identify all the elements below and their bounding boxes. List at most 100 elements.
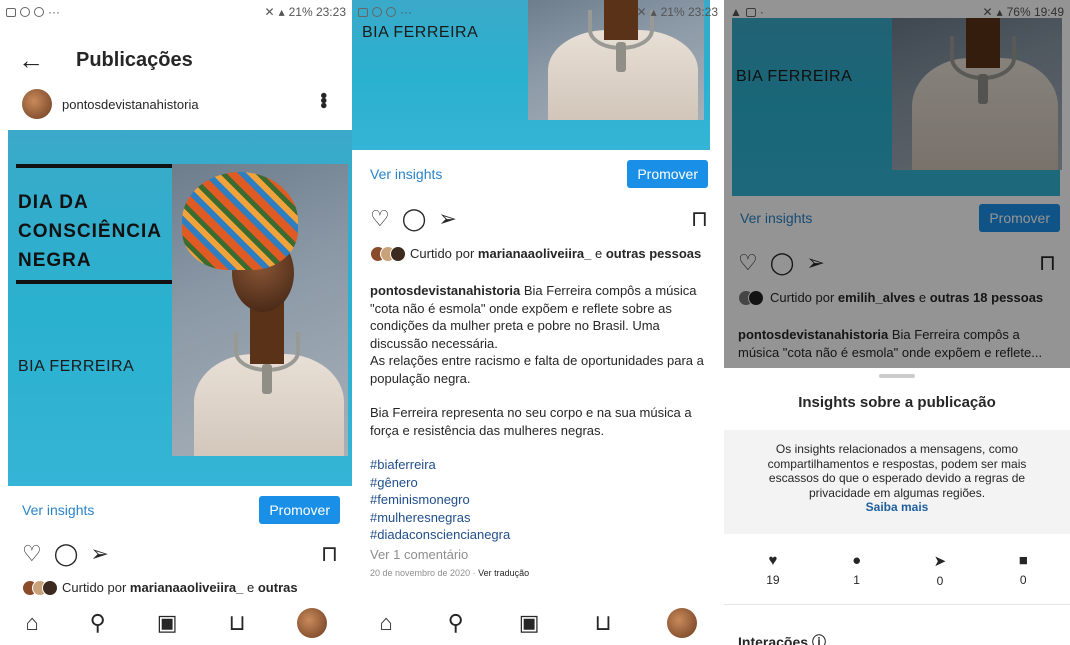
caption-text-3: Bia Ferreira representa no seu corpo e n… bbox=[370, 405, 692, 438]
hashtag[interactable]: #mulheresnegras bbox=[370, 509, 710, 527]
post-actions: ♡ ◯ ➢ ⊓ bbox=[0, 543, 352, 565]
share-icon: ➤ bbox=[933, 553, 947, 570]
share-icon[interactable]: ➢ bbox=[90, 543, 108, 565]
liker-avatars bbox=[22, 580, 58, 596]
bookmark-icon: ■ bbox=[1018, 552, 1028, 569]
drag-handle[interactable] bbox=[879, 374, 915, 378]
insights-row: Ver insights Promover bbox=[0, 496, 352, 524]
caption-username[interactable]: pontosdevistanahistoria bbox=[370, 283, 520, 298]
home-icon[interactable]: ⌂ bbox=[379, 610, 392, 636]
view-insights-link[interactable]: Ver insights bbox=[22, 502, 94, 518]
portrait-photo bbox=[172, 164, 348, 456]
instagram-icon bbox=[20, 7, 30, 17]
page-title: Publicações bbox=[76, 48, 193, 71]
title-line-1: DIA DA bbox=[18, 192, 89, 213]
insights-stats: ♥ 19 ● 1 ➤ 0 ■ 0 bbox=[724, 552, 1070, 588]
post-image-subtitle: BIA FERREIRA bbox=[18, 358, 135, 375]
likes-text[interactable]: Curtido por marianaaoliveiira_ e outras … bbox=[410, 246, 701, 261]
gallery-icon bbox=[6, 7, 16, 17]
reels-icon[interactable]: ▣ bbox=[157, 610, 178, 636]
hashtag[interactable]: #diadaconsciencianegra bbox=[370, 526, 710, 544]
comment-icon[interactable]: ◯ bbox=[54, 543, 79, 565]
post-caption: pontosdevistanahistoria Bia Ferreira com… bbox=[370, 282, 710, 583]
comment-icon[interactable]: ◯ bbox=[402, 208, 427, 230]
instagram-icon bbox=[372, 7, 382, 17]
post-username[interactable]: pontosdevistanahistoria bbox=[62, 97, 199, 112]
interactions-heading: Interações ⓘ bbox=[738, 632, 826, 645]
bottom-nav: ⌂ ⚲ ▣ ⊔ bbox=[0, 601, 352, 645]
insights-bottom-sheet: Insights sobre a publicação Os insights … bbox=[724, 368, 1070, 645]
info-icon[interactable]: ⓘ bbox=[812, 634, 826, 645]
privacy-note-text: Os insights relacionados a mensagens, co… bbox=[767, 442, 1027, 500]
gallery-icon bbox=[358, 7, 368, 17]
learn-more-link[interactable]: Saiba mais bbox=[754, 500, 1040, 515]
signal-icon: ▴ bbox=[650, 5, 657, 19]
bookmark-icon[interactable]: ⊓ bbox=[321, 543, 338, 565]
whatsapp-icon bbox=[34, 7, 44, 17]
insights-row: Ver insights Promover bbox=[352, 160, 724, 188]
profile-avatar[interactable] bbox=[296, 608, 327, 638]
dim-overlay[interactable] bbox=[724, 0, 1070, 368]
profile-avatar[interactable] bbox=[666, 608, 697, 638]
stat-comments: ● 1 bbox=[852, 552, 861, 588]
heart-icon: ♥ bbox=[768, 552, 778, 569]
status-left: ··· bbox=[48, 5, 60, 19]
share-icon[interactable]: ➢ bbox=[438, 208, 456, 230]
status-bar: ··· ✕ ▴ 21% 23:23 bbox=[0, 0, 352, 24]
post-image-title: DIA DA CONSCIÊNCIA NEGRA bbox=[18, 188, 162, 275]
stat-likes: ♥ 19 bbox=[766, 552, 779, 588]
status-bar: ··· ✕ ▴ 21% 23:23 bbox=[352, 0, 724, 24]
stat-value: 19 bbox=[766, 573, 780, 587]
battery-status: 21% 23:23 bbox=[660, 5, 718, 19]
post-date: 20 de novembro de 2020 · bbox=[370, 568, 479, 578]
more-options-icon[interactable]: ••• bbox=[311, 92, 334, 107]
stat-shares: ➤ 0 bbox=[934, 552, 947, 588]
home-icon[interactable]: ⌂ bbox=[25, 610, 38, 636]
mute-icon: ✕ bbox=[264, 5, 275, 19]
likes-text[interactable]: Curtido por marianaaoliveiira_ e outras bbox=[62, 580, 298, 595]
panel-caption-view: BIA FERREIRA ··· ✕ ▴ 21% 23:23 Ver insight… bbox=[352, 0, 724, 645]
hashtag[interactable]: #biaferreira bbox=[370, 456, 710, 474]
privacy-note: Os insights relacionados a mensagens, co… bbox=[724, 430, 1070, 534]
avatar[interactable] bbox=[22, 89, 52, 119]
title-line-3: NEGRA bbox=[18, 250, 92, 271]
hashtag[interactable]: #gênero bbox=[370, 474, 710, 492]
post-image-subtitle: BIA FERREIRA bbox=[362, 24, 479, 41]
mute-icon: ✕ bbox=[636, 5, 647, 19]
post-date-row: 20 de novembro de 2020 · Ver tradução bbox=[370, 565, 710, 583]
liker-avatars bbox=[370, 246, 406, 262]
promote-button[interactable]: Promover bbox=[259, 496, 340, 524]
hashtag-list: #biaferreira #gênero #feminismonegro #mu… bbox=[370, 456, 710, 544]
post-actions: ♡ ◯ ➢ ⊓ bbox=[352, 208, 724, 230]
signal-icon: ▴ bbox=[278, 5, 285, 19]
bookmark-icon[interactable]: ⊓ bbox=[691, 208, 708, 230]
view-insights-link[interactable]: Ver insights bbox=[370, 166, 442, 182]
panel-post-view: ··· ✕ ▴ 21% 23:23 ← Publicações pontosdevi… bbox=[0, 0, 352, 645]
bottom-nav: ⌂ ⚲ ▣ ⊔ bbox=[352, 601, 724, 645]
stat-saves: ■ 0 bbox=[1019, 552, 1028, 588]
title-line-2: CONSCIÊNCIA bbox=[18, 221, 163, 242]
stat-value: 1 bbox=[853, 573, 860, 587]
back-arrow-icon[interactable]: ← bbox=[18, 47, 58, 73]
promote-button[interactable]: Promover bbox=[627, 160, 708, 188]
comment-icon: ● bbox=[852, 552, 862, 569]
search-icon[interactable]: ⚲ bbox=[90, 610, 106, 636]
shop-icon[interactable]: ⊔ bbox=[228, 610, 245, 636]
reels-icon[interactable]: ▣ bbox=[519, 610, 540, 636]
stat-value: 0 bbox=[1019, 573, 1027, 587]
heart-icon[interactable]: ♡ bbox=[22, 543, 42, 565]
divider bbox=[16, 164, 172, 168]
shop-icon[interactable]: ⊔ bbox=[594, 610, 611, 636]
search-icon[interactable]: ⚲ bbox=[448, 610, 464, 636]
status-left: ··· bbox=[400, 5, 412, 19]
view-comments-link[interactable]: Ver 1 comentário bbox=[370, 546, 710, 564]
divider bbox=[724, 604, 1070, 605]
divider bbox=[16, 280, 172, 284]
caption-text-2: As relações entre racismo e falta de opo… bbox=[370, 353, 704, 386]
hashtag[interactable]: #feminismonegro bbox=[370, 491, 710, 509]
header: ← Publicações bbox=[0, 38, 352, 82]
translate-link[interactable]: Ver tradução bbox=[478, 568, 529, 578]
heart-icon[interactable]: ♡ bbox=[370, 208, 390, 230]
post-image: DIA DA CONSCIÊNCIA NEGRA BIA FERREIRA bbox=[8, 130, 352, 486]
battery-status: 21% 23:23 bbox=[288, 5, 346, 19]
